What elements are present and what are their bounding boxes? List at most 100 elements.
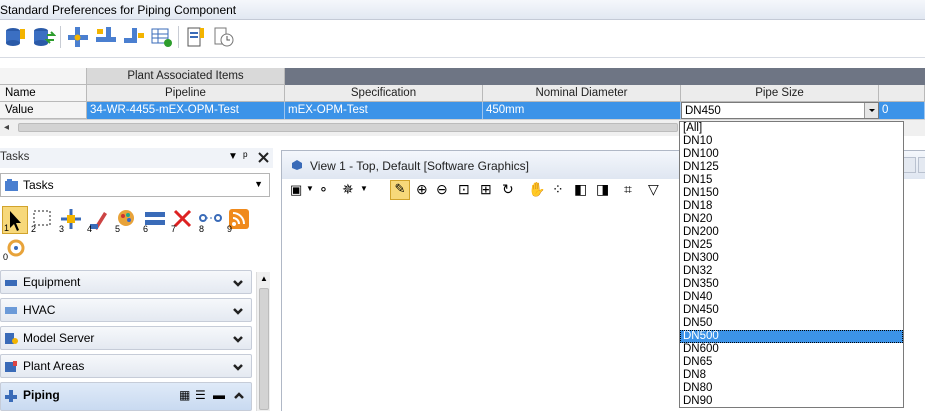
column-header-pipeline[interactable]: Pipeline [87, 85, 285, 102]
table-settings-icon[interactable] [150, 25, 174, 49]
zoom-out-icon[interactable]: ⊖ [436, 181, 448, 198]
database-sync-icon[interactable] [32, 25, 56, 49]
panel-menu-icon[interactable]: ▼ [228, 151, 238, 162]
section-piping[interactable]: Piping ▦ ☰ ▬ [0, 382, 252, 411]
column-header-specification[interactable]: Specification [285, 85, 483, 102]
scrollbar-thumb[interactable] [18, 123, 678, 132]
dropdown-option[interactable]: DN15 [680, 174, 903, 187]
pipe-size-dropdown-list[interactable]: [All] DN10 DN100 DN125 DN15 DN150 DN18 DN20 DN20… [679, 121, 904, 408]
dropdown-option[interactable]: DN80 [680, 382, 903, 395]
paint-tool[interactable]: 5 [114, 206, 140, 234]
detail-view-icon[interactable]: ▬ [213, 388, 225, 402]
lighting-icon[interactable]: ✵ [342, 181, 354, 198]
view-window-button[interactable] [902, 157, 916, 173]
pipe-size-combobox[interactable]: DN450 [681, 102, 879, 119]
zoom-in-icon[interactable]: ⊕ [416, 181, 428, 198]
connect-tool[interactable]: 8 [198, 206, 224, 234]
fence-tool[interactable]: 2 [30, 206, 56, 234]
dropdown-option[interactable]: DN10 [680, 135, 903, 148]
pipe-tee-icon[interactable] [94, 25, 118, 49]
chevron-down-icon[interactable] [231, 360, 245, 374]
dropdown-option[interactable]: DN450 [680, 304, 903, 317]
rotate-view-icon[interactable]: ↻ [502, 181, 514, 198]
chevron-down-icon[interactable] [231, 332, 245, 346]
dropdown-option[interactable]: DN25 [680, 239, 903, 252]
scrollbar-thumb[interactable] [259, 288, 269, 410]
settings-tool[interactable]: 0 [2, 236, 28, 262]
fit-view-icon[interactable]: ⊞ [480, 181, 492, 198]
section-model-server[interactable]: Model Server [0, 326, 252, 350]
scroll-left-icon[interactable]: ◂ [4, 120, 9, 134]
dropdown-option[interactable]: DN8 [680, 369, 903, 382]
dropdown-option[interactable]: DN90 [680, 395, 903, 407]
dropdown-option[interactable]: DN350 [680, 278, 903, 291]
next-view-icon[interactable]: ◨ [596, 181, 609, 198]
update-view-icon[interactable]: ✎ [390, 180, 410, 200]
model-server-icon [5, 333, 18, 344]
chevron-down-icon[interactable]: ▼ [254, 179, 263, 189]
chevron-down-icon[interactable]: ▼ [360, 184, 368, 193]
dropdown-option[interactable]: DN125 [680, 161, 903, 174]
chevron-down-icon[interactable]: ▼ [306, 184, 314, 193]
dropdown-option[interactable]: DN32 [680, 265, 903, 278]
dropdown-option[interactable]: [All] [680, 122, 903, 135]
chevron-up-icon[interactable] [233, 390, 245, 402]
dropdown-option[interactable]: DN200 [680, 226, 903, 239]
tasks-panel-header: Tasks ▼ ᵖ [0, 148, 273, 168]
pen-tool[interactable]: 4 [86, 206, 112, 234]
dimension-tool[interactable]: 6 [142, 206, 168, 234]
list-view-icon[interactable]: ☰ [195, 388, 206, 402]
column-header-pipe-size[interactable]: Pipe Size [681, 85, 879, 102]
section-plant-areas[interactable]: Plant Areas [0, 354, 252, 378]
nominal-diameter-value-cell[interactable]: 450mm [483, 102, 681, 119]
tasks-selector[interactable]: Tasks ▼ [0, 173, 270, 197]
pipe-branch-icon[interactable] [66, 25, 90, 49]
pipe-size-selected-value: DN450 [685, 105, 721, 117]
pipeline-value-cell[interactable]: 34-WR-4455-mEX-OPM-Test [87, 102, 285, 119]
dropdown-option[interactable]: DN65 [680, 356, 903, 369]
database-icon[interactable] [4, 25, 28, 49]
row-label-value: Value [0, 102, 87, 119]
chevron-down-icon[interactable] [231, 304, 245, 318]
dropdown-option[interactable]: DN300 [680, 252, 903, 265]
tasks-panel-scrollbar[interactable]: ▲ [256, 272, 270, 411]
clip-mask-icon[interactable]: ▽ [648, 181, 659, 198]
rss-feed-icon[interactable]: 9 [226, 206, 252, 234]
window-area-icon[interactable]: ⊡ [458, 181, 470, 198]
dropdown-option[interactable]: DN20 [680, 213, 903, 226]
dropdown-option[interactable]: DN100 [680, 148, 903, 161]
dropdown-arrow-icon[interactable] [864, 103, 878, 118]
view-window-button[interactable] [918, 157, 925, 173]
pin-icon[interactable]: ᵖ [243, 149, 248, 163]
dropdown-option[interactable]: DN18 [680, 200, 903, 213]
tasks-panel-title: Tasks [0, 151, 30, 163]
display-style-icon[interactable]: ⚬ [318, 182, 329, 198]
dropdown-option[interactable]: DN500 [680, 330, 903, 343]
walk-icon[interactable]: ⁘ [552, 181, 564, 198]
section-hvac[interactable]: HVAC [0, 298, 252, 322]
grid-view-icon[interactable]: ▦ [179, 388, 190, 402]
dropdown-option[interactable]: DN50 [680, 317, 903, 330]
previous-view-icon[interactable]: ◧ [574, 181, 587, 198]
pipe-elbow-icon[interactable] [122, 25, 146, 49]
column-header-nominal-diameter[interactable]: Nominal Diameter [483, 85, 681, 102]
extra-value-cell[interactable]: 0 [879, 102, 925, 119]
dropdown-option[interactable]: DN600 [680, 343, 903, 356]
section-equipment[interactable]: Equipment [0, 270, 252, 294]
delete-tool[interactable]: 7 [170, 206, 196, 234]
column-header-extra [879, 85, 925, 102]
select-tool[interactable]: 1 [2, 206, 28, 234]
properties-icon[interactable] [184, 25, 208, 49]
close-icon[interactable] [257, 151, 270, 164]
dropdown-option[interactable]: DN40 [680, 291, 903, 304]
history-icon[interactable] [212, 25, 236, 49]
clip-volume-icon[interactable]: ⌗ [624, 181, 632, 198]
view-attributes-icon[interactable]: ▣ [290, 182, 302, 198]
manipulate-tool[interactable]: 3 [58, 206, 84, 234]
section-label: HVAC [23, 303, 56, 317]
dropdown-option[interactable]: DN150 [680, 187, 903, 200]
chevron-down-icon[interactable] [231, 276, 245, 290]
scroll-up-icon[interactable]: ▲ [260, 274, 268, 283]
specification-value-cell[interactable]: mEX-OPM-Test [285, 102, 483, 119]
pan-view-icon[interactable]: ✋ [528, 181, 545, 198]
